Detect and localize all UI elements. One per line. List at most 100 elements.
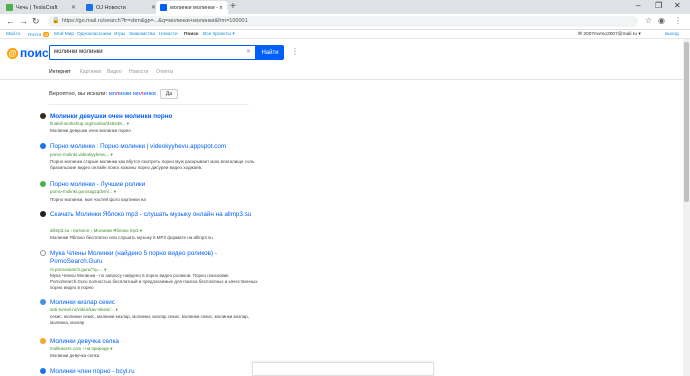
result-url[interactable]: anti-tunnel.ru/video/kav-sikesi/... ▾	[50, 307, 118, 313]
browser-tab[interactable]: OJ Новости ✕	[82, 1, 160, 14]
did-you-mean: Вероятно, вы искали: молинки молинки	[49, 91, 156, 97]
tab-images[interactable]: Картинки	[80, 69, 101, 75]
user-email-label: 2007mvmo2007@mail.ru	[583, 32, 638, 37]
result-title-link[interactable]: Молинки член порно - bcyl.ru	[50, 368, 260, 376]
result-snippet: Молинки девушки очен молинки порно	[50, 128, 131, 133]
site-favicon-icon	[40, 211, 46, 217]
minimize-icon[interactable]: –	[636, 1, 640, 10]
search-result: Молинки кизлар секис anti-tunnel.ru/vide…	[40, 299, 260, 331]
search-result: Молинки девучка селка molikavers.com › н…	[40, 338, 260, 360]
portal-bar: Mail.ru Почта 25 Мой Мир Одноклассники И…	[0, 30, 690, 39]
profile-icon[interactable]: ◉	[658, 16, 665, 25]
search-logo[interactable]: @ поиск	[7, 46, 55, 60]
bottom-popup	[252, 362, 434, 376]
browser-menu-icon[interactable]: ⋮	[674, 16, 682, 25]
tab-video[interactable]: Видео	[107, 69, 122, 75]
site-favicon-icon	[40, 250, 46, 256]
result-title-link[interactable]: Молинки кизлар секис	[50, 299, 260, 307]
result-title-link[interactable]: Молинки девучка селка	[50, 338, 260, 346]
tab-favicon-icon	[86, 4, 93, 11]
close-tab-icon[interactable]: ✕	[147, 4, 156, 11]
portal-link-news[interactable]: Новости	[159, 32, 178, 37]
search-result: Порно молинки - Лучшие ролики porno-moli…	[40, 181, 260, 203]
result-snippet: Молинки девучка селка	[50, 353, 100, 358]
site-favicon-icon	[40, 338, 46, 344]
browser-tab-active[interactable]: молинки молинки - п ✕	[156, 1, 228, 14]
result-url[interactable]: molikavers.com › на природе ▾	[50, 346, 113, 352]
result-url[interactable]: allmp3.su › Каталог › Молинки Яблоко mp3…	[50, 228, 142, 234]
logout-link[interactable]: выход	[665, 32, 679, 37]
close-tab-icon[interactable]: ✕	[222, 4, 228, 11]
search-result: Молинки член порно - bcyl.ru	[40, 368, 260, 376]
forward-icon[interactable]: →	[19, 16, 28, 26]
header-divider	[0, 79, 690, 80]
tab-answers[interactable]: Ответы	[156, 69, 173, 75]
result-url[interactable]: finalsil-workshop.org/molina/348448... ▾	[50, 121, 129, 127]
reload-icon[interactable]: ↻	[32, 16, 40, 27]
new-tab-button[interactable]: +	[230, 1, 236, 12]
result-title-link[interactable]: Мука Члены Молинки (найдено 5 порно виде…	[50, 250, 260, 266]
portal-link-mail-label: Почта	[28, 33, 42, 38]
search-button[interactable]: Найти	[256, 45, 284, 60]
did-you-mean-prefix: Вероятно, вы искали:	[49, 91, 108, 97]
search-result: Порно молинки : Порно молинки | videokyy…	[40, 143, 260, 173]
url-text: https://go.mail.ru/search?fr=vbm&gp=...&…	[62, 18, 248, 24]
browser-tab[interactable]: Чечь | TeslaCraft ✕	[2, 1, 80, 14]
address-bar-row: ← → ↻ 🔒 https://go.mail.ru/search?fr=vbm…	[0, 14, 690, 30]
suggest-divider	[49, 104, 249, 105]
result-title-link[interactable]: Молинки девушки очен молинки порно	[50, 113, 260, 121]
result-title-link[interactable]: Скачать Молинки Яблоко mp3 - слушать муз…	[50, 211, 260, 219]
tab-news[interactable]: Новости	[129, 69, 148, 75]
mailru-at-icon: @	[7, 47, 18, 59]
search-result: Скачать Молинки Яблоко mp3 - слушать муз…	[40, 211, 260, 241]
result-url[interactable]: porno-molinki.videokyyhevu... ▾	[50, 152, 113, 158]
portal-link-all-projects-label: Все проекты	[203, 32, 231, 37]
tab-label: молинки молинки - п	[170, 4, 223, 11]
back-icon[interactable]: ←	[6, 16, 15, 26]
tab-favicon-icon	[160, 4, 167, 11]
url-field[interactable]: 🔒 https://go.mail.ru/search?fr=vbm&gp=..…	[48, 16, 638, 27]
result-snippet: Порно молинки старые молинки как вбутся …	[50, 159, 255, 170]
result-snippet: Мука Члены Молинки - по запросу найдено …	[50, 273, 258, 290]
portal-link-mailru[interactable]: Mail.ru	[6, 32, 20, 37]
result-title-link[interactable]: Порно молинки - Лучшие ролики	[50, 181, 260, 189]
portal-link-search[interactable]: Поиск	[184, 32, 198, 37]
clear-search-icon[interactable]: ✕	[246, 46, 251, 59]
bookmark-star-icon[interactable]: ☆	[645, 16, 652, 25]
search-result: Мука Члены Молинки (найдено 5 порно виде…	[40, 250, 260, 294]
tab-favicon-icon	[6, 4, 13, 11]
maximize-icon[interactable]: ❐	[655, 1, 662, 10]
result-title-link[interactable]: Порно молинки : Порно молинки | videokyy…	[50, 143, 260, 151]
result-snippet: Молинки Яблоко бесплатно или слушать муз…	[50, 235, 213, 240]
site-favicon-icon	[40, 113, 46, 119]
close-window-icon[interactable]: ✕	[674, 1, 681, 10]
search-input[interactable]: молинки молинки ✕	[49, 45, 256, 60]
suggestion-part: инки	[143, 91, 156, 97]
scrollbar-thumb[interactable]	[684, 42, 689, 202]
portal-link-ok[interactable]: Одноклассники	[77, 32, 111, 37]
did-you-mean-suggestion[interactable]: молинки молинки	[109, 91, 156, 97]
lock-icon: 🔒	[52, 18, 60, 24]
more-options-icon[interactable]: ⋮	[291, 47, 299, 56]
site-favicon-icon	[40, 368, 46, 374]
browser-tab-bar: Чечь | TeslaCraft ✕ OJ Новости ✕ молинки…	[0, 0, 690, 14]
portal-link-mail[interactable]: Почта 25	[28, 32, 50, 38]
portal-link-all-projects[interactable]: Все проекты ▾	[203, 32, 235, 37]
site-favicon-icon	[40, 299, 46, 305]
yes-button[interactable]: Да	[160, 89, 178, 99]
search-result: Молинки девушки очен молинки порно final…	[40, 113, 260, 137]
portal-link-mymir[interactable]: Мой Мир	[54, 32, 74, 37]
result-url[interactable]: porno-molinki.gorosagzqdvmi... ▾	[50, 189, 116, 195]
search-query-text: молинки молинки	[54, 49, 103, 55]
tab-label: OJ Новости	[96, 4, 126, 11]
site-favicon-icon	[40, 143, 46, 149]
portal-link-dating[interactable]: Знакомства	[129, 32, 155, 37]
site-favicon-icon	[40, 181, 46, 187]
close-tab-icon[interactable]: ✕	[67, 4, 76, 11]
portal-link-games[interactable]: Игры	[114, 32, 125, 37]
tab-internet[interactable]: Интернет	[49, 69, 71, 75]
result-snippet: секис, молинки секис, молинки кизлар, мо…	[50, 314, 249, 325]
tab-label: Чечь | TeslaCraft	[16, 4, 58, 11]
user-email[interactable]: ✉ 2007mvmo2007@mail.ru ▾	[578, 32, 641, 37]
suggestion-part: мо	[108, 91, 116, 97]
